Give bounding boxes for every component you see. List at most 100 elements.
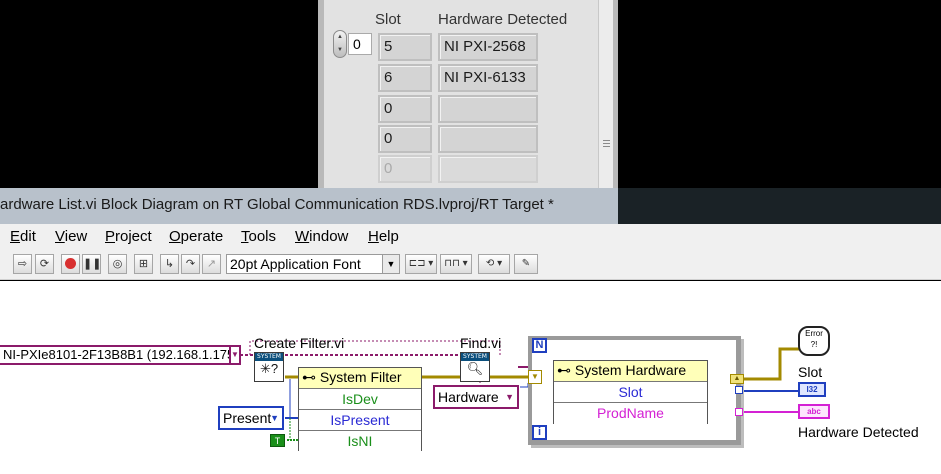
true-constant[interactable]: T bbox=[270, 434, 285, 447]
menu-label: perate bbox=[180, 228, 224, 245]
menu-label: ools bbox=[248, 228, 277, 245]
hardware-cell[interactable]: NI PXI-6133 bbox=[438, 64, 538, 92]
property-isni[interactable]: IsNI bbox=[299, 430, 421, 452]
array-index-field[interactable]: 0 bbox=[348, 33, 372, 55]
property-isdev[interactable]: IsDev bbox=[299, 388, 421, 410]
error-handler-icon[interactable]: Error?! bbox=[798, 326, 830, 356]
step-over-icon[interactable]: ↷ bbox=[181, 254, 200, 274]
system-filter-property-node[interactable]: ⊷ System Filter IsDev IsPresent IsNI bbox=[298, 367, 422, 452]
chevron-down-icon: ▼ bbox=[382, 255, 399, 273]
chevron-down-icon: ▼ bbox=[505, 392, 514, 402]
chevron-down-icon[interactable]: ▼ bbox=[229, 345, 241, 365]
property-slot[interactable]: Slot bbox=[554, 381, 707, 403]
present-enum-constant[interactable]: Present ▼ bbox=[218, 406, 284, 430]
present-enum-value: Present bbox=[223, 410, 272, 426]
target-refnum-constant[interactable]: NI-PXIe8101-2F13B8B1 (192.168.1.175) bbox=[0, 345, 231, 365]
hardware-enum-value: Hardware bbox=[438, 389, 499, 405]
loop-count-terminal[interactable]: N bbox=[532, 338, 547, 353]
hardware-cell[interactable] bbox=[438, 155, 538, 183]
background-window-left bbox=[0, 0, 318, 188]
menu-label: roject bbox=[115, 228, 152, 245]
menu-label: iew bbox=[64, 228, 88, 245]
slot-cell[interactable]: 0 bbox=[378, 125, 432, 153]
hardware-column-header: Hardware Detected bbox=[438, 11, 568, 28]
menu-help[interactable]: Help bbox=[368, 228, 399, 245]
menu-view[interactable]: View bbox=[55, 228, 87, 245]
hardware-enum-constant[interactable]: Hardware ▼ bbox=[433, 385, 519, 409]
scroll-grip-line bbox=[603, 143, 610, 144]
find-node[interactable]: SYSTEM 🔍︎ bbox=[460, 352, 490, 382]
slot-cell[interactable]: 0 bbox=[378, 95, 432, 123]
hardware-cell[interactable] bbox=[438, 125, 538, 153]
slot-indicator-terminal[interactable]: I32 bbox=[798, 382, 826, 397]
titlebar-dark-region bbox=[618, 188, 941, 224]
slot-indexing-tunnel[interactable] bbox=[735, 386, 743, 394]
slot-cell[interactable]: 5 bbox=[378, 33, 432, 61]
error-glyph: ?! bbox=[810, 340, 818, 349]
scroll-grip-line bbox=[603, 146, 610, 147]
front-panel-scrollbar[interactable] bbox=[598, 0, 613, 188]
system-banner: SYSTEM bbox=[255, 353, 283, 361]
menu-mnemonic: W bbox=[295, 228, 310, 245]
filter-icon: ✳? bbox=[259, 361, 279, 376]
property-node-key-icon: ⊷ bbox=[557, 362, 575, 378]
distribute-icon[interactable]: ⊓⊓ ▾ bbox=[440, 254, 472, 274]
prodname-indexing-tunnel[interactable] bbox=[735, 408, 743, 416]
menu-mnemonic: H bbox=[368, 228, 379, 245]
chevron-down-icon: ▼ bbox=[270, 413, 279, 423]
align-icon[interactable]: ⊏⊐ ▾ bbox=[405, 254, 437, 274]
slot-indicator-label: Slot bbox=[798, 364, 823, 380]
run-continuously-icon[interactable]: ⟳ bbox=[35, 254, 54, 274]
enum-wire[interactable] bbox=[520, 383, 529, 388]
menu-mnemonic: T bbox=[241, 228, 249, 245]
hardware-indicator-terminal[interactable]: abc bbox=[798, 404, 830, 419]
system-filter-header: ⊷ System Filter bbox=[299, 368, 421, 388]
create-filter-label: Create Filter.vi bbox=[254, 335, 345, 351]
abort-icon[interactable] bbox=[61, 254, 80, 274]
system-hardware-title: System Hardware bbox=[574, 362, 687, 378]
window-title: ardware List.vi Block Diagram on RT Glob… bbox=[0, 196, 554, 213]
magnifier-icon: 🔍︎ bbox=[466, 361, 484, 376]
highlight-execution-icon[interactable]: ◎ bbox=[108, 254, 127, 274]
slot-cell[interactable]: 0 bbox=[378, 155, 432, 183]
menu-mnemonic: O bbox=[169, 228, 181, 245]
shift-register-left[interactable]: ▼ bbox=[528, 370, 542, 384]
background-window-right bbox=[618, 0, 941, 188]
step-out-icon[interactable]: ↗ bbox=[202, 254, 221, 274]
menu-operate[interactable]: Operate bbox=[169, 228, 223, 245]
menu-mnemonic: E bbox=[10, 228, 21, 245]
create-filter-node[interactable]: SYSTEM ✳? bbox=[254, 352, 284, 382]
hardware-cell[interactable]: NI PXI-2568 bbox=[438, 33, 538, 61]
run-arrow-icon[interactable]: ⇨ bbox=[13, 254, 32, 274]
pause-icon[interactable]: ❚❚ bbox=[82, 254, 101, 274]
property-node-key-icon: ⊷ bbox=[302, 369, 320, 385]
menu-mnemonic: V bbox=[55, 228, 65, 245]
system-hardware-header: ⊷ System Hardware bbox=[554, 361, 707, 381]
property-ispresent[interactable]: IsPresent bbox=[299, 409, 421, 431]
step-into-icon[interactable]: ↳ bbox=[160, 254, 179, 274]
retain-wire-values-icon[interactable]: ⊞ bbox=[134, 254, 153, 274]
property-prodname[interactable]: ProdName bbox=[554, 402, 707, 424]
slot-column-header: Slot bbox=[375, 11, 401, 28]
hardware-indicator-label: Hardware Detected bbox=[798, 424, 919, 440]
menu-project[interactable]: Project bbox=[105, 228, 152, 245]
hardware-cell[interactable] bbox=[438, 95, 538, 123]
font-dropdown[interactable]: 20pt Application Font ▼ bbox=[226, 254, 400, 274]
shift-register-right[interactable]: ▲ bbox=[730, 374, 744, 384]
reorder-icon[interactable]: ⟲ ▾ bbox=[478, 254, 510, 274]
loop-index-terminal: i bbox=[532, 425, 547, 440]
error-label: Error bbox=[805, 329, 823, 338]
font-dropdown-value: 20pt Application Font bbox=[230, 256, 361, 272]
slot-cell[interactable]: 6 bbox=[378, 64, 432, 92]
menu-window[interactable]: Window bbox=[295, 228, 348, 245]
menu-edit[interactable]: Edit bbox=[10, 228, 36, 245]
menu-label: indow bbox=[309, 228, 349, 245]
menu-label: elp bbox=[378, 228, 399, 245]
array-index-spinner[interactable]: ▲ ▼ bbox=[333, 30, 347, 58]
menu-tools[interactable]: Tools bbox=[241, 228, 276, 245]
system-banner: SYSTEM bbox=[461, 353, 489, 361]
system-filter-title: System Filter bbox=[319, 369, 402, 385]
cleanup-diagram-icon[interactable]: ✎ bbox=[514, 254, 538, 274]
system-hardware-property-node[interactable]: ⊷ System Hardware Slot ProdName bbox=[553, 360, 708, 424]
find-label: Find.vi bbox=[460, 335, 502, 351]
